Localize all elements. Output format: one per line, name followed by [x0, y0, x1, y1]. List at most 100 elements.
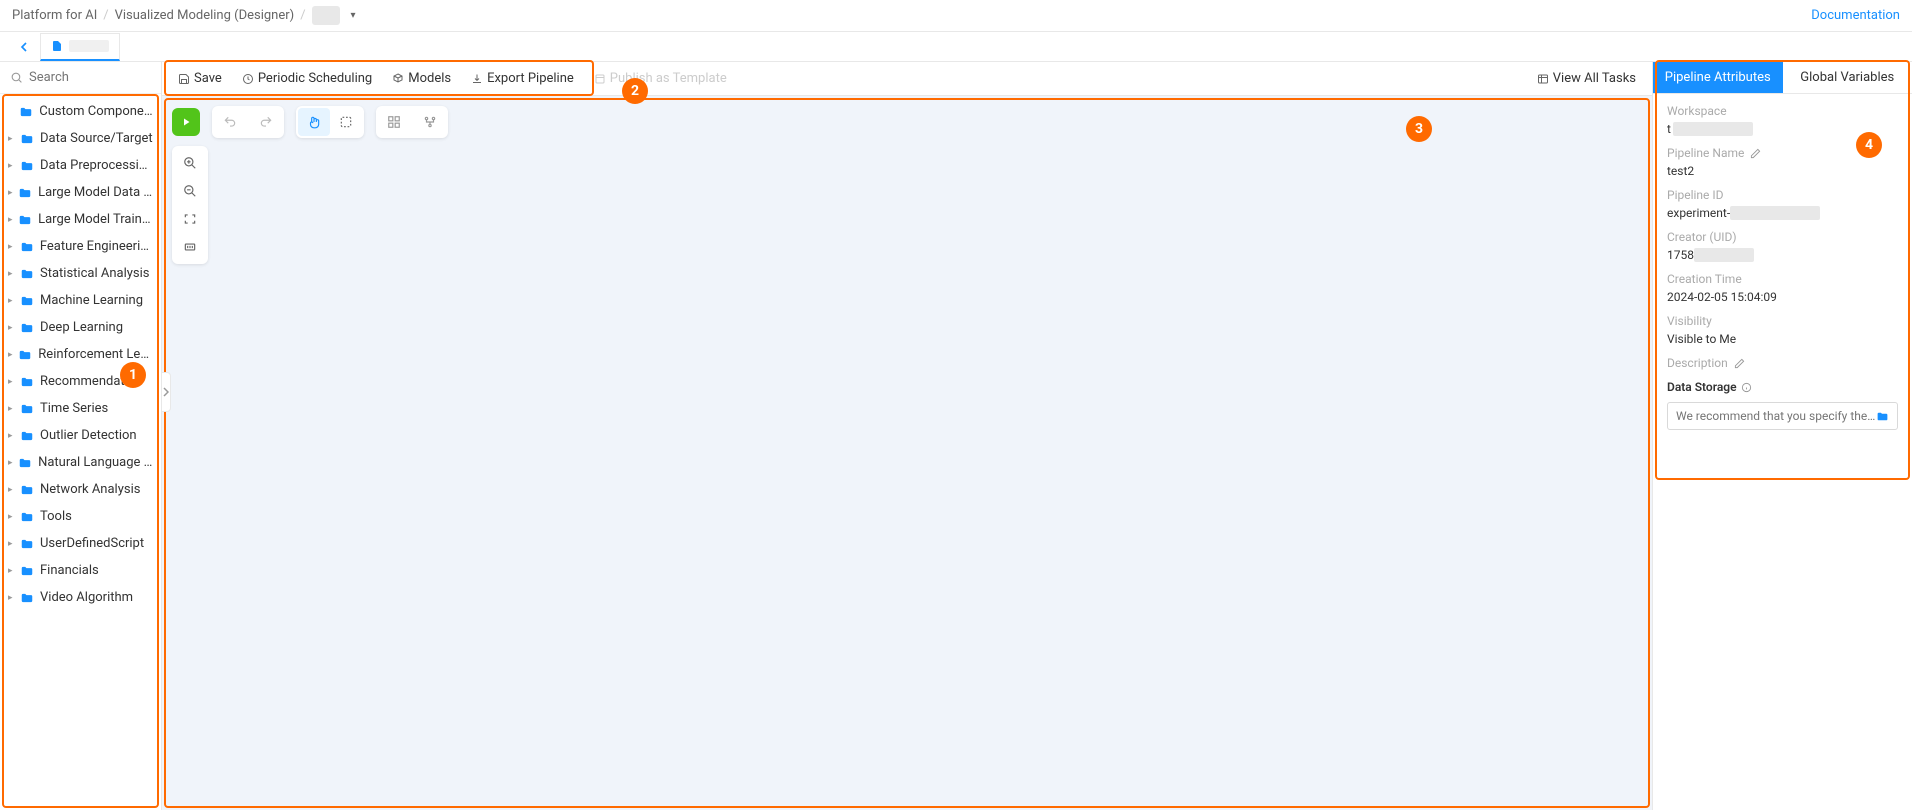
periodic-scheduling-button[interactable]: Periodic Scheduling	[234, 67, 380, 90]
chevron-right-icon: ▸	[8, 269, 18, 279]
zoom-out-button[interactable]	[176, 178, 204, 204]
chevron-right-icon: ▸	[8, 350, 16, 360]
data-storage-input-wrapper	[1667, 402, 1898, 430]
folder-icon	[20, 159, 34, 173]
breadcrumb-root[interactable]: Platform for AI	[12, 8, 97, 23]
pan-tool-button[interactable]	[298, 108, 330, 136]
sidebar-item-label: Network Analysis	[40, 482, 140, 497]
run-button[interactable]	[172, 108, 200, 136]
select-tool-button[interactable]	[330, 108, 362, 136]
chevron-down-icon[interactable]: ▾	[350, 10, 355, 21]
undo-button[interactable]	[214, 108, 246, 136]
creation-time-label: Creation Time	[1667, 272, 1898, 286]
sidebar-item[interactable]: ▸Video Algorithm	[0, 584, 161, 611]
sidebar-item[interactable]: ▸UserDefinedScript	[0, 530, 161, 557]
export-pipeline-button[interactable]: Export Pipeline	[463, 67, 582, 90]
sidebar-item[interactable]: ▸Network Analysis	[0, 476, 161, 503]
breadcrumb-mid[interactable]: Visualized Modeling (Designer)	[115, 8, 295, 23]
canvas-zoom-tools	[172, 146, 208, 264]
chevron-right-icon: ▸	[8, 215, 16, 225]
sidebar-item[interactable]: ▸Large Model Data Prep...	[0, 179, 161, 206]
creator-prefix: 1758	[1667, 248, 1694, 262]
search-input[interactable]	[29, 70, 151, 85]
folder-icon	[20, 564, 34, 578]
fit-screen-button[interactable]	[176, 206, 204, 232]
top-bar: Platform for AI / Visualized Modeling (D…	[0, 0, 1912, 32]
sidebar-item[interactable]: ▸Recommendation	[0, 368, 161, 395]
sidebar-item-label: UserDefinedScript	[40, 536, 144, 551]
save-icon	[178, 73, 190, 85]
folder-icon	[18, 456, 32, 470]
sidebar-item[interactable]: ▸ Large Model Training a...	[0, 206, 161, 233]
sidebar-item-label: Deep Learning	[40, 320, 123, 335]
back-button[interactable]	[8, 35, 40, 59]
file-tab[interactable]	[40, 33, 120, 61]
view-all-tasks-button[interactable]: View All Tasks	[1529, 67, 1644, 90]
redo-button[interactable]	[250, 108, 282, 136]
chevron-right-icon: ▸	[8, 134, 18, 144]
sidebar-item-label: Data Preprocessing	[40, 158, 153, 173]
sidebar-item-label: Financials	[40, 563, 99, 578]
collapse-handle[interactable]	[161, 372, 171, 412]
edit-icon[interactable]	[1734, 358, 1745, 369]
data-storage-input[interactable]	[1676, 409, 1876, 423]
pipeline-id-mask	[1730, 206, 1820, 220]
sidebar-item[interactable]: ▸Natural Language Proc...	[0, 449, 161, 476]
workspace-value-mask	[1673, 122, 1753, 136]
folder-icon	[20, 240, 34, 254]
sidebar-item-label: Data Source/Target	[40, 131, 153, 146]
info-icon[interactable]	[1741, 382, 1752, 393]
chevron-right-icon: ▸	[8, 404, 18, 414]
workspace-label: Workspace	[1667, 104, 1898, 118]
tab-global-variables[interactable]: Global Variables	[1783, 62, 1912, 93]
layout-auto-button[interactable]	[414, 108, 446, 136]
document-icon	[51, 40, 63, 52]
sidebar-item[interactable]: ▸ Data Source/Target	[0, 125, 161, 152]
sidebar-item-label: Video Algorithm	[40, 590, 133, 605]
canvas-area[interactable]: 2 3	[162, 96, 1652, 810]
publish-template-button: Publish as Template	[586, 67, 735, 90]
tab-pipeline-attributes[interactable]: Pipeline Attributes	[1653, 62, 1783, 93]
sidebar-item[interactable]: ▸Tools	[0, 503, 161, 530]
sidebar-item[interactable]: ▸Financials	[0, 557, 161, 584]
save-button[interactable]: Save	[170, 67, 230, 90]
chevron-right-icon: ▸	[8, 242, 18, 252]
sidebar-item-label: Large Model Training a...	[38, 212, 153, 227]
folder-icon	[20, 537, 34, 551]
component-tree: ▸Custom Components▸Data Source/Target▸Da…	[0, 94, 161, 810]
folder-select-icon[interactable]	[1876, 410, 1889, 423]
sidebar-item[interactable]: ▸ Deep Learning	[0, 314, 161, 341]
callout-3: 3	[1406, 116, 1432, 142]
zoom-in-button[interactable]	[176, 150, 204, 176]
search-box	[0, 62, 161, 94]
publish-label: Publish as Template	[610, 71, 727, 86]
pipeline-name-label: Pipeline Name	[1667, 146, 1898, 160]
description-label: Description	[1667, 356, 1898, 370]
sidebar-item[interactable]: ▸Data Preprocessing	[0, 152, 161, 179]
documentation-link[interactable]: Documentation	[1811, 8, 1900, 23]
sidebar-item[interactable]: ▸Feature Engineering	[0, 233, 161, 260]
edit-icon[interactable]	[1750, 148, 1761, 159]
visibility-label: Visibility	[1667, 314, 1898, 328]
sidebar-item[interactable]: ▸Statistical Analysis	[0, 260, 161, 287]
right-panel: Pipeline Attributes Global Variables Wor…	[1652, 62, 1912, 810]
sidebar-item[interactable]: ▸Time Series	[0, 395, 161, 422]
models-button[interactable]: Models	[384, 67, 459, 90]
folder-icon	[18, 186, 32, 200]
sidebar-item[interactable]: ▸Machine Learning	[0, 287, 161, 314]
layout-grid-button[interactable]	[378, 108, 410, 136]
toolbar: Save Periodic Scheduling Models	[162, 62, 1652, 96]
sidebar-item[interactable]: ▸ Reinforcement Learning	[0, 341, 161, 368]
sidebar-item[interactable]: ▸Outlier Detection	[0, 422, 161, 449]
breadcrumb-current[interactable]	[312, 6, 341, 25]
folder-icon	[20, 267, 34, 281]
actual-size-button[interactable]	[176, 234, 204, 260]
creation-time-value: 2024-02-05 15:04:09	[1667, 290, 1898, 304]
sidebar-item[interactable]: ▸Custom Components	[0, 98, 161, 125]
chevron-right-icon: ▸	[8, 323, 18, 333]
sidebar-item-label: Recommendation	[40, 374, 142, 389]
sidebar-item-label: Large Model Data Prep...	[38, 185, 153, 200]
folder-icon	[20, 132, 34, 146]
sidebar-item-label: Reinforcement Learning	[38, 347, 153, 362]
left-panel: ▸Custom Components▸Data Source/Target▸Da…	[0, 62, 162, 810]
